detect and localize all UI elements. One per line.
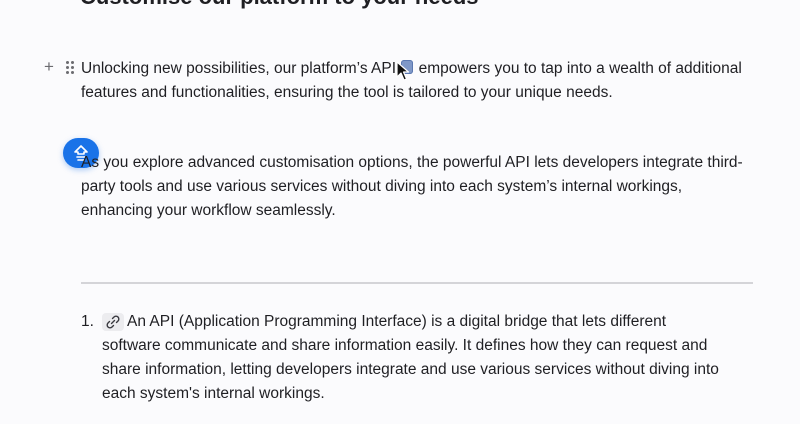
paragraph-text-start: Unlocking new possibilities, our platfor… — [81, 60, 401, 77]
list-item-number: 1. — [81, 313, 94, 330]
section-heading: Customise our platform to your needs — [80, 0, 479, 10]
plus-icon[interactable]: + — [44, 58, 54, 75]
list-item-text: An API (Application Programming Interfac… — [102, 313, 719, 402]
drag-handle-icon[interactable] — [65, 60, 74, 74]
numbered-list: 1. An API (Application Programming Inter… — [81, 310, 721, 406]
list-item[interactable]: 1. An API (Application Programming Inter… — [81, 310, 721, 406]
mouse-cursor-icon — [396, 61, 410, 81]
paragraph-api-intro[interactable]: Unlocking new possibilities, our platfor… — [81, 57, 746, 105]
paragraph-customisation[interactable]: As you explore advanced customisation op… — [81, 151, 746, 223]
horizontal-divider — [81, 282, 753, 284]
link-icon[interactable] — [102, 313, 124, 331]
list-item-body: An API (Application Programming Interfac… — [102, 310, 721, 406]
block-toolbar: + — [44, 58, 74, 75]
